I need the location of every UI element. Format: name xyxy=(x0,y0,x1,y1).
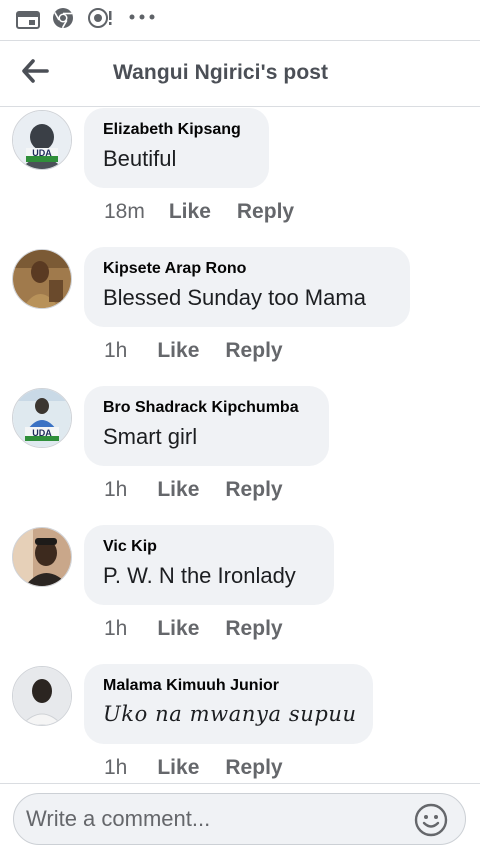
chrome-icon xyxy=(53,8,73,29)
comment-author[interactable]: Kipsete Arap Rono xyxy=(103,260,390,278)
comment-bubble: Elizabeth Kipsang Beutiful xyxy=(84,108,269,188)
avatar[interactable]: UDA xyxy=(12,388,72,448)
comment-text: Beutiful xyxy=(103,146,177,171)
comment-item: Vic Kip P. W. N the Ironlady 1h Like Reply xyxy=(0,525,480,664)
comment-actions: 18m Like Reply xyxy=(104,200,294,224)
comment-actions: 1h Like Reply xyxy=(104,756,283,780)
comment-time[interactable]: 1h xyxy=(104,339,127,362)
emoji-icon[interactable] xyxy=(414,803,448,837)
comment-item: Malama Kimuuh Junior Uko na mwanya supuu… xyxy=(0,664,480,783)
comment-item: UDA Bro Shadrack Kipchumba Smart girl 1h… xyxy=(0,386,480,525)
comment-item: UDA Elizabeth Kipsang Beutiful 18m Like Re… xyxy=(0,108,480,247)
comment-time[interactable]: 18m xyxy=(104,200,145,223)
like-button[interactable]: Like xyxy=(157,478,199,501)
calendar-icon xyxy=(16,11,40,29)
comment-author[interactable]: Bro Shadrack Kipchumba xyxy=(103,399,309,417)
comment-item: Kipsete Arap Rono Blessed Sunday too Mam… xyxy=(0,247,480,386)
comment-actions: 1h Like Reply xyxy=(104,617,283,641)
svg-text:UDA: UDA xyxy=(32,148,52,158)
comment-author[interactable]: Vic Kip xyxy=(103,538,314,556)
post-header: Wangui Ngirici's post xyxy=(0,40,480,107)
comment-actions: 1h Like Reply xyxy=(104,478,283,502)
comment-bubble: Malama Kimuuh Junior Uko na mwanya supuu xyxy=(84,664,373,744)
avatar[interactable] xyxy=(12,249,72,309)
comment-list: UDA Elizabeth Kipsang Beutiful 18m Like Re… xyxy=(0,107,480,783)
more-dots-icon xyxy=(129,14,155,20)
like-button[interactable]: Like xyxy=(157,617,199,640)
comment-author[interactable]: Malama Kimuuh Junior xyxy=(103,677,353,695)
like-button[interactable]: Like xyxy=(157,756,199,779)
like-button[interactable]: Like xyxy=(157,339,199,362)
avatar[interactable] xyxy=(12,666,72,726)
reply-button[interactable]: Reply xyxy=(225,756,282,779)
comment-text: Uko na mwanya supuu xyxy=(103,702,357,726)
comment-time[interactable]: 1h xyxy=(104,478,127,501)
comment-bubble: Vic Kip P. W. N the Ironlady xyxy=(84,525,334,605)
reply-button[interactable]: Reply xyxy=(225,478,282,501)
reply-button[interactable]: Reply xyxy=(225,339,282,362)
comment-text: P. W. N the Ironlady xyxy=(103,563,296,588)
comment-composer xyxy=(0,783,480,854)
comment-actions: 1h Like Reply xyxy=(104,339,283,363)
comment-input[interactable] xyxy=(13,793,466,845)
comment-time[interactable]: 1h xyxy=(104,617,127,640)
comment-time[interactable]: 1h xyxy=(104,756,127,779)
reply-button[interactable]: Reply xyxy=(237,200,294,223)
page-title: Wangui Ngirici's post xyxy=(113,61,329,84)
comment-text: Blessed Sunday too Mama xyxy=(103,285,366,310)
svg-text:UDA: UDA xyxy=(32,428,52,438)
comment-author[interactable]: Elizabeth Kipsang xyxy=(103,121,249,139)
avatar[interactable]: UDA xyxy=(12,110,72,170)
reply-button[interactable]: Reply xyxy=(225,617,282,640)
comment-text: Smart girl xyxy=(103,424,198,449)
like-button[interactable]: Like xyxy=(169,200,211,223)
comment-bubble: Kipsete Arap Rono Blessed Sunday too Mam… xyxy=(84,247,410,327)
avatar[interactable] xyxy=(12,527,72,587)
back-arrow-icon[interactable] xyxy=(20,57,52,85)
comment-bubble: Bro Shadrack Kipchumba Smart girl xyxy=(84,386,329,466)
status-bar xyxy=(0,0,480,40)
data-saver-icon xyxy=(88,8,112,28)
